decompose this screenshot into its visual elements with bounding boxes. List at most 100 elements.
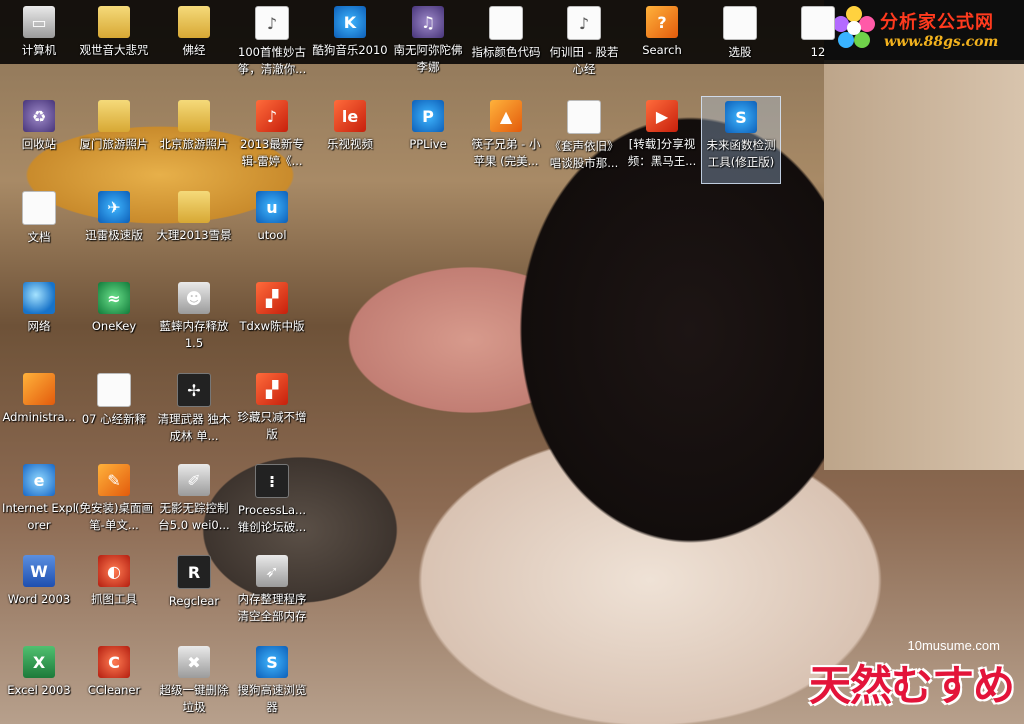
icon-glyph-mark: ▞ xyxy=(265,380,279,399)
desktop-icon-leshi[interactable]: le 乐视视频 xyxy=(311,96,389,182)
desktop-icon-pplive[interactable]: P PPLive xyxy=(389,96,467,182)
desktop-icon-onekey[interactable]: ≈ OneKey xyxy=(75,278,153,364)
desktop-icon-label: 无影无踪控制台5.0 wei0... xyxy=(158,501,230,532)
desktop-icon-beijing[interactable]: 北京旅游照片 xyxy=(155,96,233,182)
desktop-icon-kuaizi[interactable]: ▲ 筷子兄弟 - 小苹果 (完美... xyxy=(467,96,545,182)
xunlei-icon: ✈ xyxy=(98,191,130,223)
desktop-icon-07xinjing[interactable]: 07 心经新释 xyxy=(75,369,153,455)
text-file-icon xyxy=(801,6,835,40)
desktop-icon-label: 12 xyxy=(810,45,826,59)
desktop-icon-namo[interactable]: ♫ 南无阿弥陀佛李娜 xyxy=(389,2,467,88)
regclear-icon: R xyxy=(177,555,211,589)
desktop-icon-search[interactable]: ? Search xyxy=(623,2,701,88)
documents-icon xyxy=(22,191,56,225)
desktop-icon-12[interactable]: 12 xyxy=(779,2,857,88)
desktop-icon-label: 观世音大悲咒 xyxy=(79,43,149,57)
folder-icon xyxy=(178,6,210,38)
desktop-icon-chaoji[interactable]: ✖ 超级一键删除垃圾 xyxy=(155,642,233,728)
desktop-icon-kugou[interactable]: K 酷狗音乐2010 xyxy=(311,2,389,88)
letv-icon: le xyxy=(334,100,366,132)
icon-glyph-mark: ♻ xyxy=(31,107,47,126)
desktop-icon-mianan[interactable]: ✎ (免安装)桌面画笔-单文... xyxy=(75,460,153,546)
icon-glyph-mark: ♪ xyxy=(266,107,278,126)
paint-icon: ✎ xyxy=(98,464,130,496)
icon-glyph-mark: ⁝ xyxy=(268,472,276,491)
desktop-icon-2013zhuanji[interactable]: ♪ 2013最新专辑-雷婷《... xyxy=(233,96,311,182)
desktop-icon-label: 指标颜色代码 xyxy=(471,45,541,59)
desktop-icon-label: 网络 xyxy=(27,319,51,333)
desktop-icon-qingli[interactable]: ✢ 清理武器 独木成林 单... xyxy=(155,369,233,455)
icon-glyph-mark: ✐ xyxy=(187,471,201,490)
desktop-icon-label: 《套声依旧》唱谈股市那... xyxy=(549,139,619,170)
icon-glyph-mark: S xyxy=(266,653,278,672)
tool-icon: S xyxy=(725,101,757,133)
audio-file-icon: ♪ xyxy=(256,100,288,132)
desktop-icon-label: 藍蟀内存释放1.5 xyxy=(159,319,229,350)
desktop-icon-dali[interactable]: 大理2013雪景 xyxy=(155,187,233,273)
desktop-icon-taosheng[interactable]: 《套声依旧》唱谈股市那... xyxy=(545,96,623,182)
icon-glyph-mark: ◐ xyxy=(107,562,121,581)
desktop-icon-processla[interactable]: ⁝ ProcessLa... 锥创论坛破... xyxy=(233,460,311,546)
desktop-icon-lanshi[interactable]: ☻ 藍蟀内存释放1.5 xyxy=(155,278,233,364)
icon-glyph-mark: ➶ xyxy=(265,562,279,581)
desktop-icon-ccleaner[interactable]: C CCleaner xyxy=(75,642,153,728)
desktop-icon-recycle[interactable]: ♻ 回收站 xyxy=(0,96,78,182)
desktop-icon-computer[interactable]: ▭ 计算机 xyxy=(0,2,78,88)
desktop-icon-label: Tdxw陈中版 xyxy=(239,319,305,333)
desktop-icon-xunlei[interactable]: ✈ 迅雷极速版 xyxy=(75,187,153,273)
text-file-icon xyxy=(489,6,523,40)
trash-tool-icon: ✖ xyxy=(178,646,210,678)
logo-title: 分析家公式网 xyxy=(880,12,994,33)
desktop-icon-wuying[interactable]: ✐ 无影无踪控制台5.0 wei0... xyxy=(155,460,233,546)
desktop-icon-excel[interactable]: X Excel 2003 xyxy=(0,642,78,728)
desktop-icon-label: 南无阿弥陀佛李娜 xyxy=(393,43,463,74)
icon-glyph-mark: ✎ xyxy=(107,471,121,490)
folder-icon xyxy=(98,6,130,38)
icon-glyph-mark: ▲ xyxy=(499,107,513,126)
icon-glyph-mark: u xyxy=(266,198,278,217)
desktop-icon-label: 未来函数检测工具(修正版) xyxy=(706,138,776,169)
desktop-icon-wangluo[interactable]: 网络 xyxy=(0,278,78,364)
desktop-icon-xuangu[interactable]: 选股 xyxy=(701,2,779,88)
desktop-icon-tdxw[interactable]: ▞ Tdxw陈中版 xyxy=(233,278,311,364)
desktop-icon-zhuatu[interactable]: ◐ 抓图工具 xyxy=(75,551,153,637)
desktop-icon-utool[interactable]: u utool xyxy=(233,187,311,273)
desktop-icon-label: [转载]分享视频：黑马王... xyxy=(627,137,697,168)
rocket-icon: ➶ xyxy=(256,555,288,587)
desktop-icon-zhencang[interactable]: ▞ 珍藏只减不增版 xyxy=(233,369,311,455)
tdx-icon: ▞ xyxy=(256,282,288,314)
desktop-icon-regclear[interactable]: R Regclear xyxy=(155,551,233,637)
search-app-icon: ? xyxy=(646,6,678,38)
desktop-icon-label: 超级一键删除垃圾 xyxy=(159,683,229,714)
desktop-icon-zhuanzai[interactable]: ▶ [转载]分享视频：黑马王... xyxy=(623,96,701,182)
desktop-icon-100shou[interactable]: ♪ 100首惟妙古筝，清澈你... xyxy=(233,2,311,88)
desktop-icon-ie[interactable]: e Internet Explorer xyxy=(0,460,78,546)
media-file-icon: ♫ xyxy=(412,6,444,38)
desktop-icon-label: OneKey xyxy=(91,319,137,333)
desktop-icon-admin[interactable]: Administra... xyxy=(0,369,78,455)
desktop-icon-sougou[interactable]: S 搜狗高速浏览器 xyxy=(233,642,311,728)
desktop-icon-label: 2013最新专辑-雷婷《... xyxy=(240,137,304,168)
desktop-icon-fojing[interactable]: 佛经 xyxy=(155,2,233,88)
icon-glyph-mark: ✈ xyxy=(107,198,121,217)
vlc-icon: ▲ xyxy=(490,100,522,132)
desktop-icon-hexun[interactable]: ♪ 何训田 - 股若心经 xyxy=(545,2,623,88)
desktop-icon-label: 北京旅游照片 xyxy=(159,137,229,151)
desktop-icon-word[interactable]: W Word 2003 xyxy=(0,551,78,637)
icon-glyph-mark: ♪ xyxy=(266,14,278,33)
desktop-icon-label: 内存整理程序 清空全部内存 xyxy=(237,592,307,623)
desktop-icon-wendang[interactable]: 文档 xyxy=(0,187,78,273)
desktop-icon-label: 珍藏只减不增版 xyxy=(237,410,307,441)
desktop-icon-neicun[interactable]: ➶ 内存整理程序 清空全部内存 xyxy=(233,551,311,637)
icon-glyph-mark: ? xyxy=(657,13,667,32)
sogou-browser-icon: S xyxy=(256,646,288,678)
desktop-icon-guanshiyin[interactable]: 观世音大悲咒 xyxy=(75,2,153,88)
icon-glyph-mark: le xyxy=(341,107,359,126)
desktop-icon-xiamen[interactable]: 厦门旅游照片 xyxy=(75,96,153,182)
desktop-icon-weilai[interactable]: S 未来函数检测工具(修正版) xyxy=(701,96,781,184)
logo-url: www.88gs.com xyxy=(884,34,999,50)
pen-icon: ✐ xyxy=(178,464,210,496)
desktop-icon-zhibiao[interactable]: 指标颜色代码 xyxy=(467,2,545,88)
desktop-icon-label: 酷狗音乐2010 xyxy=(312,43,388,57)
icon-glyph-mark: ☻ xyxy=(185,289,203,308)
